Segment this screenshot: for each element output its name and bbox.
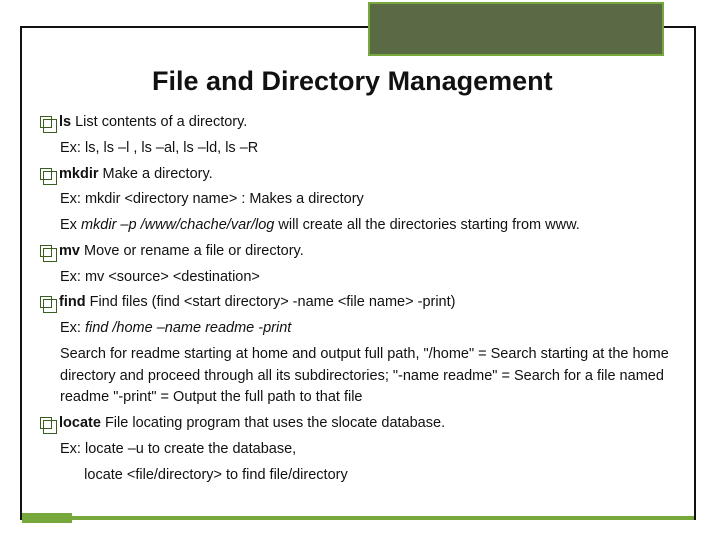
bullet-icon [40,417,52,429]
list-item: find Find files (find <start directory> … [40,292,684,314]
command-name: mv [59,243,80,259]
slide-frame: File and Directory Management ls List co… [20,26,696,520]
example-text: Ex mkdir –p /www/chache/var/log will cre… [40,215,684,237]
example-text: Ex: find /home –name readme -print [40,318,684,340]
item-text: ls List contents of a directory. [59,112,247,134]
command-desc: Find files (find <start directory> -name… [86,294,456,310]
command-name: mkdir [59,166,99,182]
item-text: mv Move or rename a file or directory. [59,241,304,263]
list-item: mv Move or rename a file or directory. [40,241,684,263]
page-title: File and Directory Management [152,66,692,97]
item-text: locate File locating program that uses t… [59,413,445,435]
example-explanation: Search for readme starting at home and o… [40,344,684,409]
command-desc: File locating program that uses the sloc… [101,415,445,431]
list-item: ls List contents of a directory. [40,112,684,134]
command-name: ls [59,114,71,130]
example-text: Ex: mkdir <directory name> : Makes a dir… [40,189,684,211]
command-desc: List contents of a directory. [71,114,247,130]
command-name: locate [59,415,101,431]
item-text: find Find files (find <start directory> … [59,292,455,314]
example-text: locate <file/directory> to find file/dir… [40,465,684,487]
item-text: mkdir Make a directory. [59,164,213,186]
example-code: mkdir –p /www/chache/var/log [81,217,274,233]
bullet-icon [40,296,52,308]
example-code: find /home –name readme -print [85,320,291,336]
command-desc: Move or rename a file or directory. [80,243,304,259]
command-name: find [59,294,86,310]
slide-content: ls List contents of a directory. Ex: ls,… [40,112,684,506]
header-accent-block [368,2,664,56]
example-suffix: will create all the directories starting… [274,217,579,233]
bullet-icon [40,168,52,180]
example-prefix: Ex [60,217,81,233]
example-prefix: Ex: [60,320,85,336]
command-desc: Make a directory. [99,166,213,182]
example-text: Ex: locate –u to create the database, [40,439,684,461]
bullet-icon [40,116,52,128]
bullet-icon [40,245,52,257]
example-text: Ex: ls, ls –l , ls –al, ls –ld, ls –R [40,138,684,160]
list-item: locate File locating program that uses t… [40,413,684,435]
list-item: mkdir Make a directory. [40,164,684,186]
example-text: Ex: mv <source> <destination> [40,267,684,289]
footer-accent-line [22,516,694,520]
